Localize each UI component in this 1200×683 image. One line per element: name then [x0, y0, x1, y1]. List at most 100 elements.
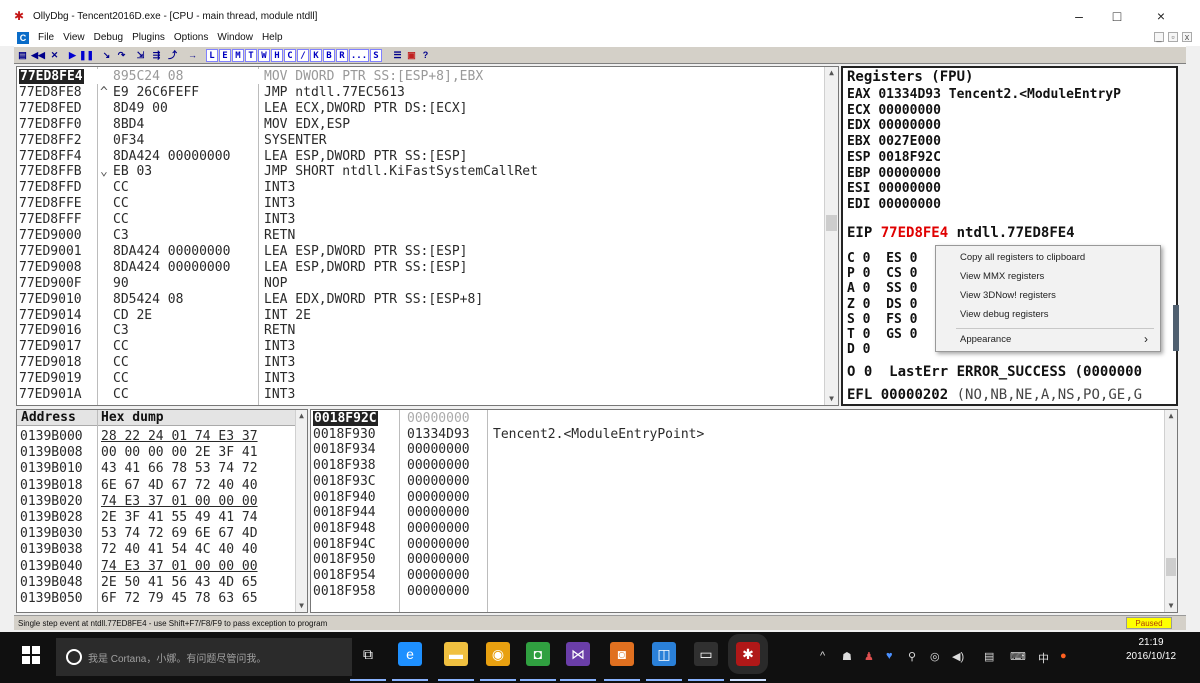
dump-hex-bytes[interactable]: 74 E3 37 01 00 00 00 — [101, 559, 258, 574]
tray-app-2-icon[interactable]: ♟ — [864, 650, 874, 663]
start-button[interactable] — [22, 646, 40, 664]
stack-value[interactable]: 00000000 — [407, 411, 470, 426]
stack-address[interactable]: 0018F930 — [313, 427, 376, 442]
register-value[interactable]: 0027E000 — [878, 134, 941, 149]
register-value[interactable]: 00000000 — [878, 197, 941, 212]
dump-row[interactable]: 0139B020 74 E3 37 01 00 00 00 — [17, 494, 295, 509]
lasterr-row[interactable]: O 0 LastErr ERROR_SUCCESS (0000000 — [847, 365, 1142, 380]
mdi-minimize-button[interactable]: _ — [1154, 32, 1164, 42]
register-value[interactable]: 00000000 — [878, 103, 941, 118]
list-icon[interactable]: ☰ — [391, 49, 404, 62]
dump-scroll-down-icon[interactable]: ▼ — [296, 600, 307, 612]
ollydbg-icon[interactable]: ✱ — [728, 634, 768, 674]
register-row-esp[interactable]: ESP 0018F92C — [847, 150, 949, 165]
pause-icon[interactable]: ❚❚ — [79, 49, 94, 62]
app-green-icon[interactable]: ◘ — [526, 642, 550, 666]
stack-address[interactable]: 0018F934 — [313, 442, 376, 457]
copy-registers-menu-item[interactable]: Copy all registers to clipboard — [960, 252, 1085, 263]
dump-hex-bytes[interactable]: 28 22 24 01 74 E3 37 — [101, 429, 258, 444]
stack-address[interactable]: 0018F950 — [313, 552, 376, 567]
disasm-address[interactable]: 77ED9001 — [19, 244, 82, 259]
stack-scrollbar[interactable]: ▲ ▼ — [1164, 410, 1177, 612]
cpu-flag[interactable]: Z 0 — [847, 297, 870, 312]
flag-row[interactable]: A 0 SS 0 — [847, 281, 917, 296]
disasm-row[interactable]: 77ED9001 8DA424 00000000 LEA ESP,DWORD PT… — [17, 244, 823, 259]
disasm-address[interactable]: 77ED9016 — [19, 323, 82, 338]
menu-file[interactable]: File — [38, 32, 54, 43]
eip-value[interactable]: 77ED8FE4 — [881, 225, 948, 241]
efl-value[interactable]: 00000202 — [881, 387, 948, 403]
register-value[interactable]: 00000000 — [878, 181, 941, 196]
efl-row[interactable]: EFL 00000202 (NO,NB,NE,A,NS,PO,GE,G — [847, 388, 1142, 403]
dump-hex-bytes[interactable]: 72 40 41 54 4C 40 40 — [101, 542, 258, 557]
mdi-close-button[interactable]: x — [1182, 32, 1192, 42]
dump-row[interactable]: 0139B028 2E 3F 41 55 49 41 74 — [17, 510, 295, 525]
dump-row[interactable]: 0139B038 72 40 41 54 4C 40 40 — [17, 542, 295, 557]
settings-grid-icon[interactable]: ▣ — [405, 49, 418, 62]
dump-address[interactable]: 0139B008 — [20, 445, 83, 460]
disasm-address[interactable]: 77ED9019 — [19, 371, 82, 386]
flag-row[interactable]: T 0 GS 0 — [847, 327, 917, 342]
segment-register[interactable]: ES 0 — [886, 251, 917, 266]
dump-address-header[interactable]: Address — [21, 410, 76, 426]
disasm-address[interactable]: 77ED8FFD — [19, 180, 82, 195]
dump-address[interactable]: 0139B000 — [20, 429, 83, 444]
stack-value[interactable]: 00000000 — [407, 568, 470, 583]
cpu-flag[interactable]: C 0 — [847, 251, 870, 266]
cpu-flag[interactable]: A 0 — [847, 281, 870, 296]
register-value[interactable]: 0018F92C — [878, 150, 941, 165]
flag-row[interactable]: S 0 FS 0 — [847, 312, 917, 327]
close-process-icon[interactable]: ✕ — [48, 49, 61, 62]
register-row-ebp[interactable]: EBP 00000000 — [847, 166, 949, 181]
segment-register[interactable]: DS 0 — [886, 297, 917, 312]
menu-plugins[interactable]: Plugins — [132, 32, 165, 43]
stack-address[interactable]: 0018F954 — [313, 568, 376, 583]
stack-scroll-up-icon[interactable]: ▲ — [1165, 410, 1177, 422]
restart-icon[interactable]: ◀◀ — [30, 49, 46, 62]
disasm-address[interactable]: 77ED8FE4 — [19, 69, 84, 84]
cpu-window-icon[interactable]: C — [17, 32, 29, 44]
disasm-row[interactable]: 77ED9014 CD 2E INT 2E — [17, 308, 823, 323]
stack-value[interactable]: 01334D93 — [407, 427, 470, 442]
flag-row[interactable]: P 0 CS 0 — [847, 266, 917, 281]
segment-register[interactable]: CS 0 — [886, 266, 917, 281]
disasm-row[interactable]: 77ED9000 C3 RETN — [17, 228, 823, 243]
clock[interactable]: 21:19 2016/10/12 — [1110, 636, 1192, 664]
dump-address[interactable]: 0139B010 — [20, 461, 83, 476]
dump-hex-header[interactable]: Hex dump — [101, 410, 164, 426]
stack-row[interactable]: 0018F958 00000000 — [311, 584, 1163, 599]
dump-address[interactable]: 0139B028 — [20, 510, 83, 525]
file-explorer-icon[interactable]: ▬ — [444, 642, 468, 666]
tray-security-icon[interactable]: ♥ — [886, 650, 893, 662]
flag-row[interactable]: D 0 — [847, 342, 886, 357]
stack-scroll-thumb[interactable] — [1166, 558, 1176, 576]
disasm-address[interactable]: 77ED8FFB — [19, 164, 82, 179]
cpu-flag[interactable]: P 0 — [847, 266, 870, 281]
disasm-row[interactable]: 77ED8FF2 0F34 SYSENTER — [17, 133, 823, 148]
disasm-row[interactable]: 77ED8FFD CC INT3 — [17, 180, 823, 195]
register-row-ebx[interactable]: EBX 0027E000 — [847, 134, 949, 149]
view-debug-registers-menu-item[interactable]: View debug registers — [960, 309, 1049, 320]
open-icon[interactable]: ▤ — [16, 49, 29, 62]
cpu-flag[interactable]: T 0 — [847, 327, 870, 342]
log-window-button[interactable]: L — [206, 49, 218, 62]
call-stack-button[interactable]: K — [310, 49, 322, 62]
dump-address[interactable]: 0139B030 — [20, 526, 83, 541]
scroll-down-arrow-icon[interactable]: ▼ — [825, 393, 838, 405]
stack-value[interactable]: 00000000 — [407, 584, 470, 599]
step-over-icon[interactable]: ↷ — [115, 49, 128, 62]
segment-register[interactable]: SS 0 — [886, 281, 917, 296]
maximize-button[interactable]: □ — [1100, 4, 1134, 28]
flag-row[interactable]: Z 0 DS 0 — [847, 297, 917, 312]
disasm-row[interactable]: 77ED8FFB ⌄ EB 03 JMP SHORT ntdll.KiFastSyst… — [17, 164, 823, 179]
stack-row[interactable]: 0018F93C 00000000 — [311, 474, 1163, 489]
segment-register[interactable]: GS 0 — [886, 327, 917, 342]
disasm-row[interactable]: 77ED8FF4 8DA424 00000000 LEA ESP,DWORD PT… — [17, 149, 823, 164]
stack-address[interactable]: 0018F94C — [313, 537, 376, 552]
patches-button[interactable]: / — [297, 49, 309, 62]
disasm-row[interactable]: 77ED9017 CC INT3 — [17, 339, 823, 354]
dump-row[interactable]: 0139B008 00 00 00 00 2E 3F 41 — [17, 445, 295, 460]
stack-value[interactable]: 00000000 — [407, 505, 470, 520]
disasm-row[interactable]: 77ED901A CC INT3 — [17, 387, 823, 402]
registers-pane[interactable]: Registers (FPU) EAX 01334D93 Tencent2.<M… — [841, 66, 1178, 406]
